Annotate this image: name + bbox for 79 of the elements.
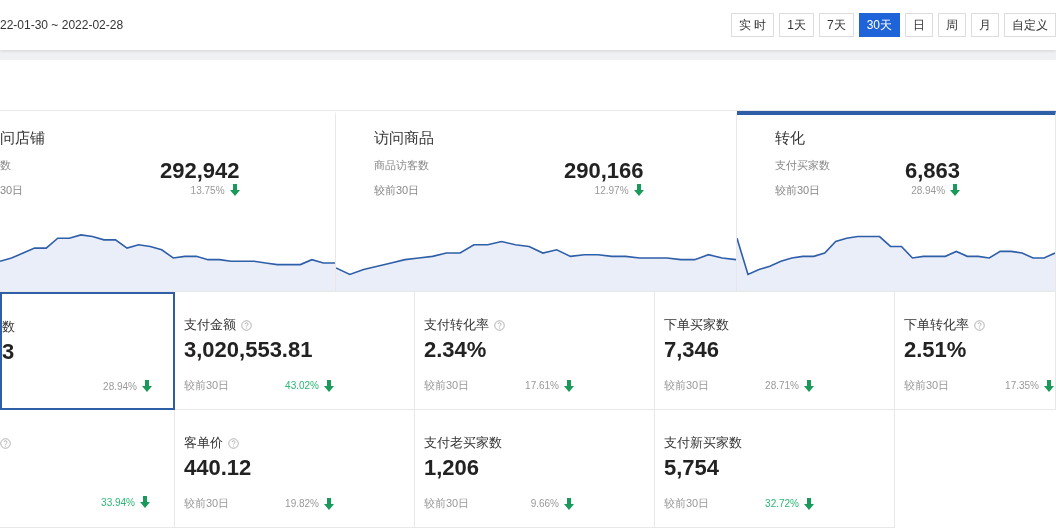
metric-label: 数 [2, 318, 15, 336]
period-button[interactable]: 7天 [818, 13, 854, 37]
metric-label: 商品访客数 [374, 158, 430, 173]
period-button[interactable]: 30天 [858, 13, 900, 37]
metric-value: 292,942 [160, 158, 240, 184]
metric-cell[interactable]: 支付老买家数 1,206 较前30日 9.66% [415, 410, 655, 528]
change-percent: 28.94% [911, 184, 946, 196]
change-percent: 32.72% [765, 498, 799, 509]
change-percent: 28.94% [103, 380, 137, 392]
down-arrow-icon [142, 380, 152, 392]
down-arrow-icon [324, 379, 334, 392]
down-arrow-icon [804, 379, 814, 392]
metric-cell[interactable]: 客单价 440.12 较前30日 19.82% [175, 410, 415, 528]
down-arrow-icon [804, 497, 814, 510]
card-title: 访问商品 [374, 129, 435, 148]
metric-label: 支付新买家数 [664, 434, 742, 452]
metric-value: 2.34% [424, 337, 487, 363]
metric-label: 支付买家数 [775, 158, 831, 173]
down-arrow-icon [633, 184, 644, 196]
metric-value: 3 [2, 339, 15, 365]
metric-value: 440.12 [184, 455, 252, 481]
metric-label: 下单转化率 [904, 316, 969, 334]
overview-card[interactable]: 转化 支付买家数 较前30日 6,863 28.94% [737, 111, 1056, 291]
down-arrow-icon [324, 497, 334, 510]
down-arrow-icon [229, 184, 240, 196]
compare-label: 较前30日 [424, 378, 470, 393]
overview-card[interactable]: 访问商品 商品访客数 较前30日 290,166 12.97% [336, 111, 737, 291]
metric-value: 2.51% [904, 337, 967, 363]
metric-value: 3,020,553.81 [184, 337, 313, 363]
metric-cell[interactable]: 支付新买家数 5,754 较前30日 32.72% [655, 410, 895, 528]
period-button[interactable]: 日 [905, 13, 933, 37]
metric-label: 支付转化率 [424, 316, 489, 334]
metric-cell[interactable]: 支付金额 3,020,553.81 较前30日 43.02% [175, 292, 415, 410]
change-percent: 13.75% [190, 184, 225, 196]
metric-label: 支付老买家数 [424, 434, 502, 452]
overview-card[interactable]: 问店铺 数 30日 292,942 13.75% [0, 111, 336, 291]
change-percent: 12.97% [594, 184, 629, 196]
down-arrow-icon [564, 379, 574, 392]
change-percent: 9.66% [530, 498, 559, 509]
compare-label: 较前30日 [374, 183, 421, 198]
metric-cell[interactable]: 下单买家数 7,346 较前30日 28.71% [655, 292, 895, 410]
compare-label: 30日 [0, 183, 25, 198]
change-percent: 28.71% [765, 380, 799, 391]
card-title: 转化 [775, 129, 806, 148]
metric-label: 下单买家数 [664, 316, 729, 334]
compare-label: 较前30日 [775, 183, 822, 198]
down-arrow-icon [140, 496, 150, 508]
compare-label: 较前30日 [664, 378, 710, 393]
change-percent: 33.94% [101, 496, 135, 508]
period-button[interactable]: 实 时 [730, 13, 775, 37]
down-arrow-icon [950, 184, 961, 196]
period-button[interactable]: 月 [971, 13, 999, 37]
change-percent: 17.35% [1005, 380, 1039, 391]
down-arrow-icon [564, 497, 574, 510]
compare-label: 较前30日 [664, 496, 710, 511]
period-button[interactable]: 自定义 [1004, 13, 1056, 37]
metric-value: 5,754 [664, 455, 720, 481]
metric-value: 290,166 [564, 158, 644, 184]
card-title: 问店铺 [0, 129, 46, 148]
metric-value: 1,206 [424, 455, 480, 481]
down-arrow-icon [1044, 379, 1054, 392]
metric-value: 6,863 [905, 158, 961, 184]
period-button[interactable]: 1天 [779, 13, 814, 37]
metric-label: 支付金额 [184, 316, 236, 334]
metric-cell[interactable]: 下单转化率 2.51% 较前30日 17.35% [895, 292, 1056, 410]
compare-label: 较前30日 [424, 496, 470, 511]
compare-label: 较前30日 [184, 496, 230, 511]
change-percent: 17.61% [525, 380, 559, 391]
period-button[interactable]: 周 [938, 13, 966, 37]
metric-value: 7,346 [664, 337, 720, 363]
change-percent: 43.02% [285, 380, 319, 391]
change-percent: 19.82% [285, 498, 319, 509]
metric-cell[interactable]: 数 3 28.94% [0, 292, 175, 410]
compare-label: 较前30日 [904, 378, 950, 393]
compare-label: 较前30日 [184, 378, 230, 393]
date-range: 22-01-30 ~ 2022-02-28 [0, 18, 124, 32]
metric-label: 数 [0, 158, 12, 173]
metric-cell[interactable]: 支付转化率 2.34% 较前30日 17.61% [415, 292, 655, 410]
metric-label: 客单价 [184, 434, 223, 452]
